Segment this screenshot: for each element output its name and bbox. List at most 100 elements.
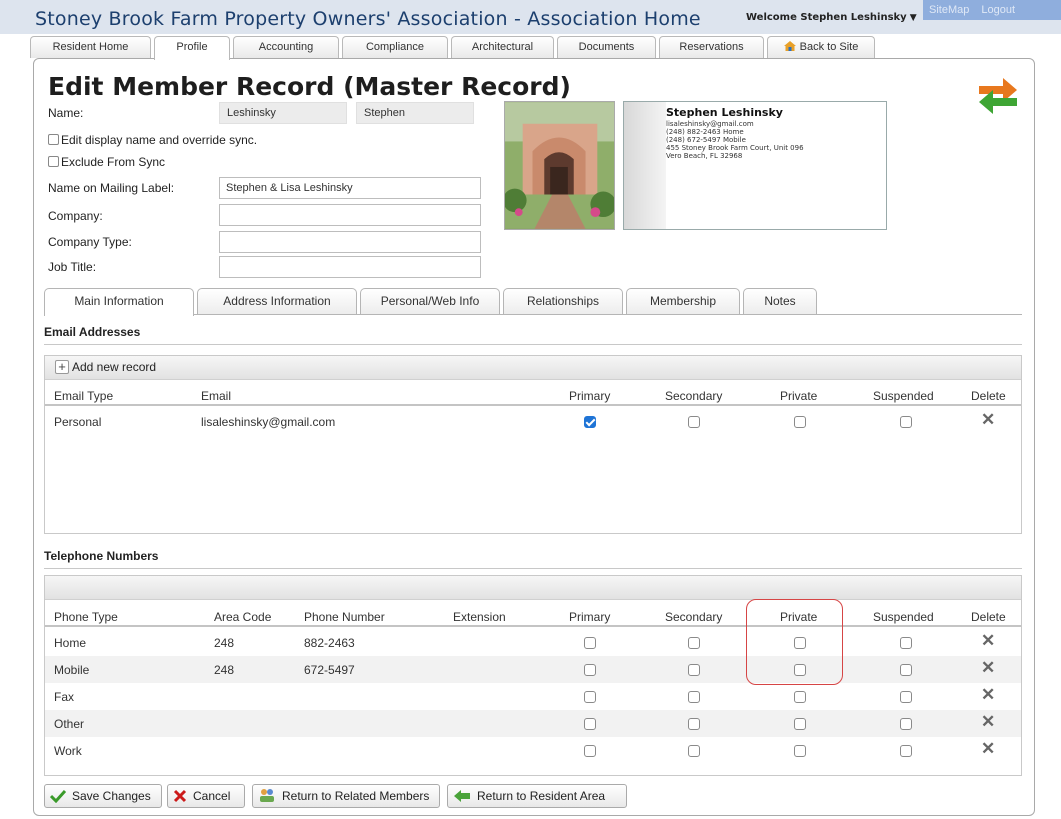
private-checkbox[interactable] xyxy=(794,416,806,428)
section-divider xyxy=(44,344,1022,345)
delete-icon[interactable]: ✕ xyxy=(981,740,995,757)
suspended-checkbox[interactable] xyxy=(900,691,912,703)
col-phone-type[interactable]: Phone Type xyxy=(54,610,118,624)
tab-label: Membership xyxy=(649,294,717,308)
tab-membership[interactable]: Membership xyxy=(626,288,740,315)
company-type-field[interactable] xyxy=(219,231,481,253)
col-delete[interactable]: Delete xyxy=(971,389,1006,403)
email-type-cell: Personal xyxy=(54,415,102,429)
col-secondary[interactable]: Secondary xyxy=(665,389,722,403)
tab-label: Reservations xyxy=(679,41,744,53)
col-secondary[interactable]: Secondary xyxy=(665,610,722,624)
col-extension[interactable]: Extension xyxy=(453,610,506,624)
delete-icon[interactable]: ✕ xyxy=(981,686,995,703)
primary-checkbox[interactable] xyxy=(584,691,596,703)
col-area-code[interactable]: Area Code xyxy=(214,610,271,624)
phone-section-title: Telephone Numbers xyxy=(44,549,159,563)
secondary-checkbox[interactable] xyxy=(688,664,700,676)
private-checkbox[interactable] xyxy=(794,745,806,757)
suspended-checkbox[interactable] xyxy=(900,664,912,676)
tab-label: Address Information xyxy=(223,294,331,308)
suspended-checkbox[interactable] xyxy=(900,718,912,730)
suspended-checkbox[interactable] xyxy=(900,745,912,757)
checkbox-label: Edit display name and override sync. xyxy=(61,133,258,147)
card-stripe xyxy=(624,102,666,229)
delete-icon[interactable]: ✕ xyxy=(981,659,995,676)
job-title-field[interactable] xyxy=(219,256,481,278)
delete-icon[interactable]: ✕ xyxy=(981,713,995,730)
tab-reservations[interactable]: Reservations xyxy=(659,36,764,58)
col-primary[interactable]: Primary xyxy=(569,610,610,624)
secondary-checkbox[interactable] xyxy=(688,691,700,703)
tab-label: Main Information xyxy=(74,294,164,308)
private-checkbox[interactable] xyxy=(794,691,806,703)
col-suspended[interactable]: Suspended xyxy=(873,610,934,624)
tab-documents[interactable]: Documents xyxy=(557,36,656,58)
delete-icon[interactable]: ✕ xyxy=(981,632,995,649)
phone-number-cell: 882-2463 xyxy=(304,636,355,650)
suspended-checkbox[interactable] xyxy=(900,416,912,428)
return-resident-area-button[interactable]: Return to Resident Area xyxy=(447,784,627,808)
tab-accounting[interactable]: Accounting xyxy=(233,36,339,58)
sitemap-link[interactable]: SiteMap xyxy=(929,4,969,16)
delete-icon[interactable]: ✕ xyxy=(981,411,995,428)
company-type-label: Company Type: xyxy=(48,235,132,249)
tab-label: Back to Site xyxy=(799,41,859,53)
cancel-button[interactable]: Cancel xyxy=(167,784,245,808)
top-links: SiteMap Logout xyxy=(923,0,1061,20)
tab-architectural[interactable]: Architectural xyxy=(451,36,554,58)
tab-back-to-site[interactable]: Back to Site xyxy=(767,36,875,58)
col-delete[interactable]: Delete xyxy=(971,610,1006,624)
tab-main-information[interactable]: Main Information xyxy=(44,288,194,316)
tab-profile[interactable]: Profile xyxy=(154,36,230,60)
secondary-checkbox[interactable] xyxy=(688,745,700,757)
close-icon xyxy=(173,789,187,803)
checkbox-label: Exclude From Sync xyxy=(61,155,166,169)
add-record-label: Add new record xyxy=(72,360,157,374)
tab-compliance[interactable]: Compliance xyxy=(342,36,448,58)
save-button[interactable]: Save Changes xyxy=(44,784,162,808)
mailing-label-field[interactable]: Stephen & Lisa Leshinsky xyxy=(219,177,481,199)
phone-type-cell: Mobile xyxy=(54,663,90,677)
tab-label: Relationships xyxy=(526,294,600,308)
suspended-checkbox[interactable] xyxy=(900,637,912,649)
primary-checkbox[interactable] xyxy=(584,416,596,428)
tab-label: Personal/Web Info xyxy=(380,294,480,308)
tab-resident-home[interactable]: Resident Home xyxy=(30,36,151,58)
col-phone-number[interactable]: Phone Number xyxy=(304,610,385,624)
col-suspended[interactable]: Suspended xyxy=(873,389,934,403)
col-email-type[interactable]: Email Type xyxy=(54,389,113,403)
area-code-cell: 248 xyxy=(214,636,235,650)
email-grid: + Add new record Email Type Email Primary… xyxy=(44,355,1022,534)
private-checkbox[interactable] xyxy=(794,718,806,730)
secondary-checkbox[interactable] xyxy=(688,416,700,428)
col-private[interactable]: Private xyxy=(780,389,817,403)
tab-personal-web-info[interactable]: Personal/Web Info xyxy=(360,288,500,315)
secondary-checkbox[interactable] xyxy=(688,718,700,730)
exclude-sync-checkbox[interactable] xyxy=(48,156,59,167)
button-label: Cancel xyxy=(193,789,231,803)
company-field[interactable] xyxy=(219,204,481,226)
exclude-sync-option[interactable]: Exclude From Sync xyxy=(48,155,165,169)
primary-checkbox[interactable] xyxy=(584,637,596,649)
edit-display-name-option[interactable]: Edit display name and override sync. xyxy=(48,133,257,147)
primary-checkbox[interactable] xyxy=(584,664,596,676)
return-related-members-button[interactable]: Return to Related Members xyxy=(252,784,440,808)
logout-link[interactable]: Logout xyxy=(981,4,1015,16)
card-line: 455 Stoney Brook Farm Court, Unit 096 xyxy=(666,144,804,152)
primary-checkbox[interactable] xyxy=(584,745,596,757)
button-label: Return to Related Members xyxy=(282,789,430,803)
add-record-button[interactable]: + Add new record xyxy=(55,360,156,374)
tab-relationships[interactable]: Relationships xyxy=(503,288,623,315)
tab-address-information[interactable]: Address Information xyxy=(197,288,357,315)
arrow-left-icon xyxy=(454,790,470,802)
primary-checkbox[interactable] xyxy=(584,718,596,730)
col-email[interactable]: Email xyxy=(201,389,231,403)
edit-display-name-checkbox[interactable] xyxy=(48,134,59,145)
user-menu[interactable]: Welcome Stephen Leshinsky ▼ xyxy=(746,12,917,23)
col-primary[interactable]: Primary xyxy=(569,389,610,403)
sync-icon[interactable] xyxy=(975,68,1021,122)
site-title: Stoney Brook Farm Property Owners' Assoc… xyxy=(35,8,701,30)
secondary-checkbox[interactable] xyxy=(688,637,700,649)
tab-notes[interactable]: Notes xyxy=(743,288,817,315)
